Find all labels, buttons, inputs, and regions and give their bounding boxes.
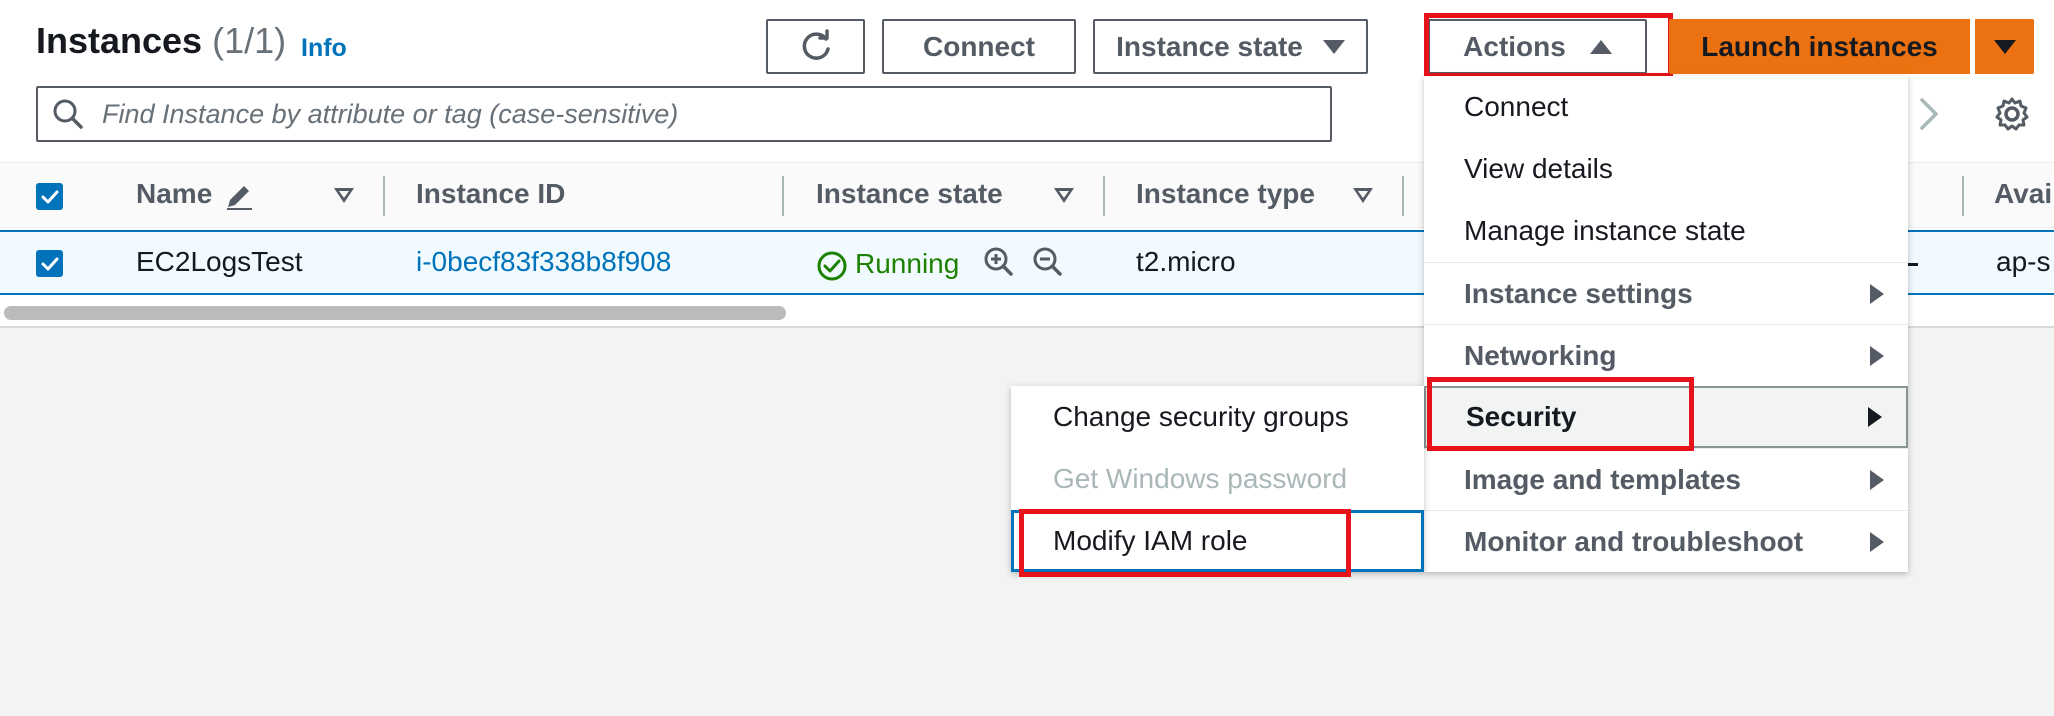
connect-label: Connect <box>923 30 1035 62</box>
menu-item-label: Instance settings <box>1464 277 1693 309</box>
menu-item-label: Security <box>1466 401 1577 432</box>
cell-instance-type: t2.micro <box>1136 246 1236 277</box>
menu-item-instance-settings[interactable]: Instance settings <box>1424 262 1908 324</box>
row-checkbox[interactable] <box>36 250 63 277</box>
column-divider[interactable] <box>782 176 784 216</box>
page-title: Instances (1/1) <box>36 20 286 62</box>
title-text: Instances <box>36 20 203 61</box>
launch-label: Launch instances <box>1701 30 1938 62</box>
actions-label: Actions <box>1463 30 1566 62</box>
submenu-item-label: Modify IAM role <box>1053 525 1248 556</box>
menu-item-manage-instance-state[interactable]: Manage instance state <box>1424 200 1908 262</box>
search-placeholder: Find Instance by attribute or tag (case-… <box>102 98 679 129</box>
gear-icon <box>1995 97 2029 131</box>
menu-item-label: Networking <box>1464 339 1617 371</box>
caret-down-icon <box>1993 39 2016 54</box>
zoom-out-icon[interactable] <box>1032 246 1064 283</box>
running-status-icon <box>816 250 848 287</box>
submenu-item-label: Change security groups <box>1053 401 1349 432</box>
connect-button[interactable]: Connect <box>882 19 1076 74</box>
column-header-instance-id[interactable]: Instance ID <box>416 178 565 210</box>
submenu-item-get-windows-password: Get Windows password <box>1011 448 1424 510</box>
submenu-item-label: Get Windows password <box>1053 463 1348 494</box>
instance-state-label: Instance state <box>1116 30 1303 62</box>
search-input[interactable]: Find Instance by attribute or tag (case-… <box>36 86 1332 142</box>
launch-dropdown-button[interactable] <box>1975 19 2034 74</box>
refresh-button[interactable] <box>766 19 865 74</box>
instance-count: (1/1) <box>212 20 287 61</box>
menu-item-label: Image and templates <box>1464 463 1741 495</box>
caret-down-icon <box>1322 39 1345 54</box>
column-divider[interactable] <box>1103 176 1105 216</box>
menu-item-view-details[interactable]: View details <box>1424 138 1908 200</box>
preferences-button[interactable] <box>1994 96 2030 137</box>
cell-instance-state: Running <box>855 248 960 279</box>
column-header-name[interactable]: Name <box>136 178 212 210</box>
caret-right-icon <box>1870 469 1884 490</box>
menu-item-connect[interactable]: Connect <box>1424 76 1908 138</box>
instance-state-button[interactable]: Instance state <box>1093 19 1368 74</box>
security-submenu: Change security groups Get Windows passw… <box>1011 386 1424 572</box>
cell-instance-id-link[interactable]: i-0becf83f338b8f908 <box>416 246 671 278</box>
caret-right-icon <box>1870 283 1884 304</box>
sort-icon[interactable] <box>1054 188 1074 203</box>
column-divider[interactable] <box>1962 176 1964 216</box>
sort-icon[interactable] <box>334 188 354 203</box>
checkmark-icon <box>41 257 58 270</box>
zoom-in-icon[interactable] <box>983 246 1015 283</box>
cell-availability-zone: ap-s <box>1996 246 2051 277</box>
actions-button[interactable]: Actions <box>1428 19 1647 74</box>
menu-item-monitor-and-troubleshoot[interactable]: Monitor and troubleshoot <box>1424 510 1908 572</box>
column-header-instance-type[interactable]: Instance type <box>1136 178 1315 210</box>
cell-name: EC2LogsTest <box>136 246 303 277</box>
next-page-button[interactable] <box>1917 96 1941 137</box>
refresh-icon <box>802 28 830 60</box>
actions-menu: Connect View details Manage instance sta… <box>1424 76 1908 572</box>
column-header-name-label: Name <box>136 178 213 209</box>
caret-right-icon <box>1868 407 1882 427</box>
menu-item-label: View details <box>1464 153 1613 184</box>
submenu-item-modify-iam-role[interactable]: Modify IAM role <box>1011 510 1424 572</box>
column-divider[interactable] <box>383 176 385 216</box>
submenu-item-change-security-groups[interactable]: Change security groups <box>1011 386 1424 448</box>
menu-item-networking[interactable]: Networking <box>1424 324 1908 386</box>
column-header-availability-zone[interactable]: Avai <box>1994 178 2052 210</box>
menu-item-label: Connect <box>1464 91 1569 122</box>
info-link[interactable]: Info <box>301 34 347 63</box>
caret-up-icon <box>1589 39 1612 54</box>
chevron-right-icon <box>1920 98 1938 130</box>
menu-item-label: Monitor and troubleshoot <box>1464 525 1804 557</box>
menu-item-label: Manage instance state <box>1464 215 1746 246</box>
sort-icon[interactable] <box>1353 188 1373 203</box>
edit-icon[interactable] <box>224 181 254 216</box>
menu-item-security[interactable]: Security <box>1424 386 1908 448</box>
select-all-checkbox[interactable] <box>36 183 63 210</box>
menu-item-image-and-templates[interactable]: Image and templates <box>1424 448 1908 510</box>
horizontal-scrollbar[interactable] <box>4 306 786 320</box>
search-icon <box>53 99 83 129</box>
caret-right-icon <box>1870 531 1884 552</box>
launch-instances-button[interactable]: Launch instances <box>1669 19 1970 74</box>
caret-right-icon <box>1870 345 1884 366</box>
checkmark-icon <box>41 190 58 203</box>
column-header-instance-state[interactable]: Instance state <box>816 178 1003 210</box>
column-divider[interactable] <box>1402 176 1404 216</box>
